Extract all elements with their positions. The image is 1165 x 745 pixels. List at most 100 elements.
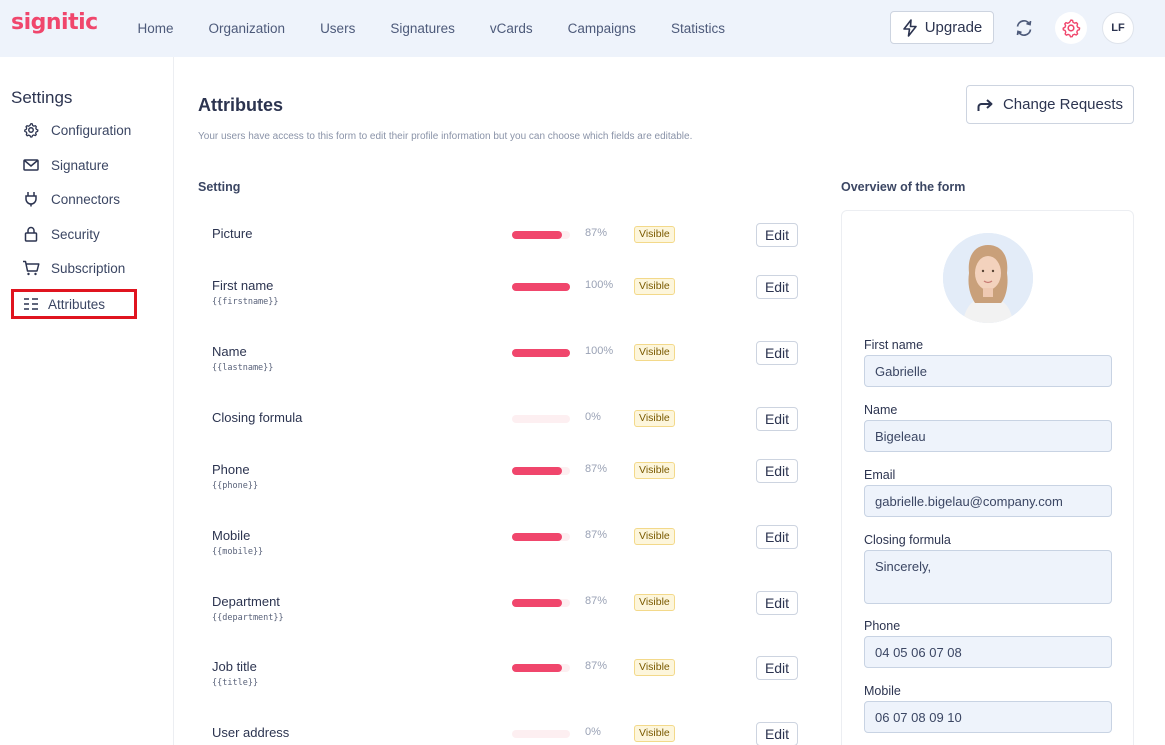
overview-field-input[interactable]: 06 07 08 09 10	[864, 701, 1112, 733]
sidebar-item-label: Configuration	[51, 122, 132, 138]
nav-signatures[interactable]: Signatures	[373, 21, 473, 36]
profile-photo	[943, 233, 1033, 323]
attribute-variable: {{lastname}}	[212, 363, 274, 373]
overview-field-input[interactable]: 04 05 06 07 08	[864, 636, 1112, 668]
visibility-badge: Visible	[634, 725, 675, 742]
attribute-name: Name	[212, 344, 247, 359]
edit-attribute-button[interactable]: Edit	[756, 341, 798, 365]
completion-bar	[512, 467, 570, 475]
edit-attribute-button[interactable]: Edit	[756, 223, 798, 247]
overview-section-label: Overview of the form	[841, 180, 966, 194]
overview-field-label: Phone	[864, 619, 901, 633]
completion-bar	[512, 664, 570, 672]
signitic-logo[interactable]: signitic	[11, 10, 98, 35]
main-nav: Home Organization Users Signatures vCard…	[120, 0, 742, 57]
overview-field-input[interactable]: Sincerely,	[864, 550, 1112, 604]
plug-icon	[11, 191, 51, 207]
attribute-row: Phone {{phone}} 87% Visible Edit	[198, 459, 808, 512]
visibility-badge: Visible	[634, 344, 675, 361]
completion-bar-fill	[512, 349, 570, 357]
gear-icon	[11, 122, 51, 138]
user-avatar[interactable]: LF	[1102, 12, 1134, 44]
completion-percent: 100%	[585, 279, 614, 291]
sidebar-item-subscription[interactable]: Subscription	[11, 253, 137, 283]
lock-icon	[11, 226, 51, 242]
edit-attribute-button[interactable]: Edit	[756, 459, 798, 483]
attribute-variable: {{title}}	[212, 678, 259, 688]
attribute-name: Closing formula	[212, 410, 303, 425]
top-bar: signitic Home Organization Users Signatu…	[0, 0, 1165, 57]
overview-field-label: Mobile	[864, 684, 901, 698]
sidebar-item-label: Connectors	[51, 191, 121, 207]
overview-field-label: First name	[864, 338, 924, 352]
upgrade-label: Upgrade	[924, 19, 983, 36]
sidebar-item-label: Subscription	[51, 260, 126, 276]
overview-field-label: Closing formula	[864, 533, 951, 547]
completion-bar	[512, 283, 570, 291]
overview-field-input[interactable]: gabrielle.bigelau@company.com	[864, 485, 1112, 517]
completion-bar-fill	[512, 599, 563, 607]
sidebar-item-signature[interactable]: Signature	[11, 150, 137, 180]
sidebar-item-attributes[interactable]: Attributes	[11, 289, 137, 319]
lightning-icon	[902, 18, 917, 37]
edit-attribute-button[interactable]: Edit	[756, 591, 798, 615]
nav-campaigns[interactable]: Campaigns	[550, 21, 653, 36]
attribute-name: Job title	[212, 659, 257, 674]
visibility-badge: Visible	[634, 226, 675, 243]
overview-field-label: Name	[864, 403, 898, 417]
cart-icon	[11, 260, 51, 276]
attribute-row: Picture 87% Visible Edit	[198, 223, 808, 276]
attribute-name: Mobile	[212, 528, 251, 543]
refresh-icon	[1016, 20, 1032, 36]
completion-percent: 87%	[585, 463, 608, 475]
sidebar-item-security[interactable]: Security	[11, 219, 137, 249]
form-overview-card: First name Gabrielle Name Bigeleau Email gabr…	[841, 210, 1134, 745]
visibility-badge: Visible	[634, 528, 675, 545]
attribute-row: Department {{department}} 87% Visible Edit	[198, 591, 808, 644]
sidebar-item-label: Security	[51, 226, 100, 242]
edit-attribute-button[interactable]: Edit	[756, 722, 798, 745]
nav-organization[interactable]: Organization	[191, 21, 303, 36]
edit-attribute-button[interactable]: Edit	[756, 656, 798, 680]
attribute-variable: {{department}}	[212, 613, 284, 623]
attribute-variable: {{mobile}}	[212, 547, 264, 557]
completion-bar-fill	[512, 283, 570, 291]
completion-bar	[512, 730, 570, 738]
overview-field-input[interactable]: Bigeleau	[864, 420, 1112, 452]
sidebar-item-label: Attributes	[48, 296, 106, 312]
completion-percent: 100%	[585, 345, 614, 357]
completion-percent: 87%	[585, 529, 608, 541]
edit-attribute-button[interactable]: Edit	[756, 525, 798, 549]
attribute-row: Mobile {{mobile}} 87% Visible Edit	[198, 525, 808, 578]
edit-attribute-button[interactable]: Edit	[756, 407, 798, 431]
attribute-row: Closing formula 0% Visible Edit	[198, 407, 808, 460]
attribute-name: Phone	[212, 462, 250, 477]
attribute-name: Picture	[212, 226, 253, 241]
overview-field-input[interactable]: Gabrielle	[864, 355, 1112, 387]
change-requests-button[interactable]: Change Requests	[966, 85, 1134, 124]
sidebar-title: Settings	[11, 88, 73, 107]
nav-vcards[interactable]: vCards	[472, 21, 550, 36]
completion-bar	[512, 533, 570, 541]
upgrade-button[interactable]: Upgrade	[890, 11, 994, 44]
nav-home[interactable]: Home	[120, 21, 191, 36]
attribute-variable: {{phone}}	[212, 481, 259, 491]
refresh-button[interactable]	[1009, 13, 1039, 43]
attribute-name: Department	[212, 594, 280, 609]
visibility-badge: Visible	[634, 410, 675, 427]
attribute-name: First name	[212, 278, 274, 293]
share-arrow-icon	[977, 98, 993, 111]
attribute-row: Job title {{title}} 87% Visible Edit	[198, 656, 808, 709]
completion-bar	[512, 599, 570, 607]
attribute-variable: {{firstname}}	[212, 297, 279, 307]
nav-statistics[interactable]: Statistics	[653, 21, 742, 36]
nav-users[interactable]: Users	[303, 21, 373, 36]
settings-button[interactable]	[1055, 12, 1087, 44]
sidebar-item-connectors[interactable]: Connectors	[11, 184, 137, 214]
completion-bar	[512, 349, 570, 357]
edit-attribute-button[interactable]: Edit	[756, 275, 798, 299]
completion-bar-fill	[512, 231, 563, 239]
sidebar-item-configuration[interactable]: Configuration	[11, 115, 137, 145]
completion-percent: 0%	[585, 411, 601, 423]
page-description: Your users have access to this form to e…	[198, 131, 693, 142]
